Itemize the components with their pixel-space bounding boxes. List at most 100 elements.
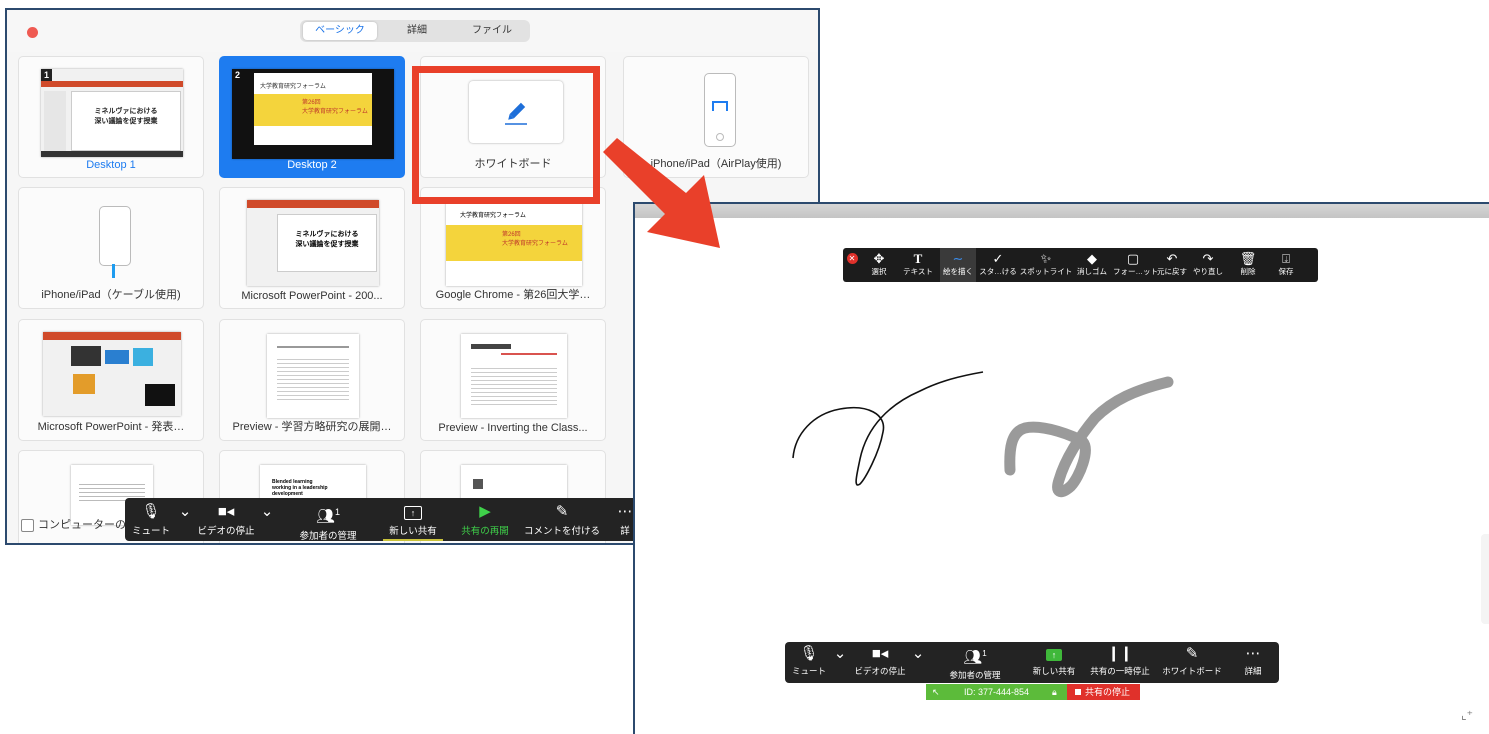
screen-number-badge: 1 [41, 69, 52, 81]
share-tile-preview-strategy[interactable]: Preview - 学習方略研究の展開… [219, 319, 405, 441]
desktop-1-thumbnail: 1 ミネルヴァにおける 深い議論を促す授業 [41, 69, 183, 157]
tab-basic[interactable]: ベーシック [303, 22, 377, 40]
meeting-id: ID: 377-444-854 [964, 687, 1030, 697]
video-options-button[interactable]: ⌄ [257, 498, 277, 541]
share-tile-powerpoint-presentation[interactable]: Microsoft PowerPoint - 発表… [18, 319, 204, 441]
banner-text: 第26回 [302, 100, 321, 106]
slide-image [133, 348, 153, 366]
tile-label: iPhone/iPad（ケーブル使用) [41, 289, 181, 301]
audio-options-button[interactable]: ⌄ [175, 498, 195, 541]
ppt-ribbon [43, 332, 181, 340]
whiteboard-meeting-toolbar: 🎙︎ ミュート ⌄ ■◂ ビデオの停止 ⌄ 👥︎1 参加者の管理 ↑ 新しい共有 ❙❙ 共… [785, 642, 1279, 683]
stop-video-button[interactable]: ■◂ ビデオの停止 [195, 498, 257, 541]
pause-share-button[interactable]: ❙❙ 共有の一時停止 [1087, 642, 1153, 683]
document-thumbnail [267, 334, 359, 418]
stop-video-button[interactable]: ■◂ ビデオの停止 [849, 642, 911, 683]
page-heading: 大学教育研究フォーラム [260, 84, 326, 90]
ppt-ribbon [247, 200, 379, 208]
expand-icon[interactable]: ⌞⁺ [1461, 708, 1473, 722]
screen-number-badge: 2 [232, 69, 243, 81]
stop-share-button[interactable]: 共有の停止 [1067, 684, 1140, 700]
tab-detail[interactable]: 詳細 [380, 22, 454, 40]
banner-text: 第26回 [502, 232, 521, 238]
taskbar [41, 151, 183, 157]
powerpoint-presentation-thumbnail [43, 332, 181, 416]
share-tile-desktop-1[interactable]: 1 ミネルヴァにおける 深い議論を促す授業 Desktop 1 [18, 56, 204, 178]
share-tile-iphone-cable[interactable]: iPhone/iPad（ケーブル使用) [18, 187, 204, 309]
new-share-label: 新しい共有 [389, 526, 437, 537]
close-window-button[interactable] [27, 27, 38, 38]
slide-title: ミネルヴァにおける [295, 231, 359, 238]
red-arrow-icon [603, 138, 720, 248]
thin-black-stroke [792, 371, 984, 486]
annotate-button[interactable]: ✎ コメントを付ける [517, 498, 607, 541]
pause-share-label: 共有の一時停止 [1090, 666, 1150, 676]
more-button[interactable]: ⋯ 詳 [615, 498, 635, 541]
stop-icon [1075, 689, 1081, 695]
ppt-ribbon [41, 81, 183, 87]
doc-line [501, 353, 557, 355]
mute-label: ミュート [791, 666, 826, 676]
resume-share-button[interactable]: ▶ 共有の再開 [455, 498, 515, 541]
computer-audio-checkbox[interactable]: コンピューターの音 [21, 516, 137, 532]
share-tile-powerpoint[interactable]: ミネルヴァにおける 深い議論を促す授業 Microsoft PowerPoint… [219, 187, 405, 309]
airplay-icon [712, 101, 728, 111]
powerpoint-thumbnail: ミネルヴァにおける 深い議論を促す授業 [247, 200, 379, 286]
slide-subtitle: 深い議論を促す授業 [295, 241, 359, 248]
stop-video-label: ビデオの停止 [197, 526, 255, 537]
manage-participants-button[interactable]: 👥︎1 参加者の管理 [943, 642, 1007, 683]
whiteboard-highlight-box [412, 66, 600, 204]
slide-subtitle: 深い議論を促す授業 [94, 118, 158, 125]
ppt-slide: ミネルヴァにおける 深い議論を促す授業 [71, 91, 181, 151]
share-tile-desktop-2[interactable]: 2 大学教育研究フォーラム 第26回 大学教育研究フォーラム Desktop 2 [219, 56, 405, 178]
more-icon: ⋯ [617, 503, 633, 520]
page-banner: 第26回 大学教育研究フォーラム [254, 94, 372, 126]
tab-file[interactable]: ファイル [456, 22, 528, 40]
participants-icon: 👥︎1 [315, 507, 341, 525]
page-banner: 第26回 大学教育研究フォーラム [446, 225, 582, 261]
tile-label: Desktop 1 [86, 159, 136, 171]
slide-image [73, 374, 95, 394]
thick-gray-stroke [1004, 376, 1174, 498]
mute-button[interactable]: 🎙︎ ミュート [789, 642, 829, 683]
document-thumbnail [461, 334, 567, 418]
slide-image [71, 346, 101, 366]
cable-icon [112, 264, 115, 278]
mute-button[interactable]: 🎙︎ ミュート [129, 498, 173, 541]
upload-share-icon: ↑ [1029, 645, 1079, 663]
video-camera-icon: ■◂ [871, 645, 889, 662]
share-tile-chrome[interactable]: 大学教育研究フォーラム 第26回 大学教育研究フォーラム Google Chro… [420, 187, 606, 309]
doc-logo [473, 479, 483, 489]
desktop-2-thumbnail: 2 大学教育研究フォーラム 第26回 大学教育研究フォーラム [232, 69, 394, 159]
new-share-label: 新しい共有 [1032, 666, 1076, 676]
meeting-id-bar: ↖ ID: 377-444-854 🔒︎ [926, 684, 1069, 700]
stop-share-label: 共有の停止 [1085, 687, 1131, 697]
video-options-button[interactable]: ⌄ [909, 642, 927, 683]
whiteboard-window: ✕ ✥ 選択 T テキスト ∼ 絵を描く ✓ スタ…ける ✨︎ スポットライト ◆ 消しゴム… [633, 202, 1489, 734]
checkbox-icon[interactable] [21, 518, 34, 532]
tile-label: Microsoft PowerPoint - 200... [241, 290, 383, 302]
microphone-icon: 🎙︎ [799, 645, 819, 662]
new-share-button[interactable]: ↑ 新しい共有 [1029, 642, 1079, 683]
slide-image [145, 384, 175, 406]
whiteboard-button[interactable]: ✎ ホワイトボード [1157, 642, 1227, 683]
share-tile-preview-inverting[interactable]: Preview - Inverting the Class... [420, 319, 606, 441]
more-button[interactable]: ⋯ 詳細 [1233, 642, 1273, 683]
ppt-slide-list [44, 91, 66, 153]
audio-options-button[interactable]: ⌄ [831, 642, 849, 683]
side-scroll-hint [1481, 534, 1489, 624]
pencil-icon: ✎ [1185, 645, 1199, 662]
new-share-button[interactable]: ↑ 新しい共有 [383, 498, 443, 541]
more-icon: ⋯ [1245, 645, 1261, 662]
banner-text-2: 大学教育研究フォーラム [502, 241, 568, 247]
tile-label: Preview - Inverting the Class... [438, 422, 588, 434]
manage-participants-label: 参加者の管理 [299, 531, 357, 542]
page-heading: 大学教育研究フォーラム [460, 213, 526, 219]
pause-icon: ❙❙ [1107, 645, 1133, 662]
manage-participants-label: 参加者の管理 [949, 670, 1001, 680]
participant-count: 1 [335, 507, 341, 517]
manage-participants-button[interactable]: 👥︎1 参加者の管理 [291, 498, 365, 542]
participant-count: 1 [982, 649, 987, 658]
chevron-down-icon: ⌄ [911, 645, 925, 662]
microphone-icon: 🎙︎ [141, 503, 161, 520]
